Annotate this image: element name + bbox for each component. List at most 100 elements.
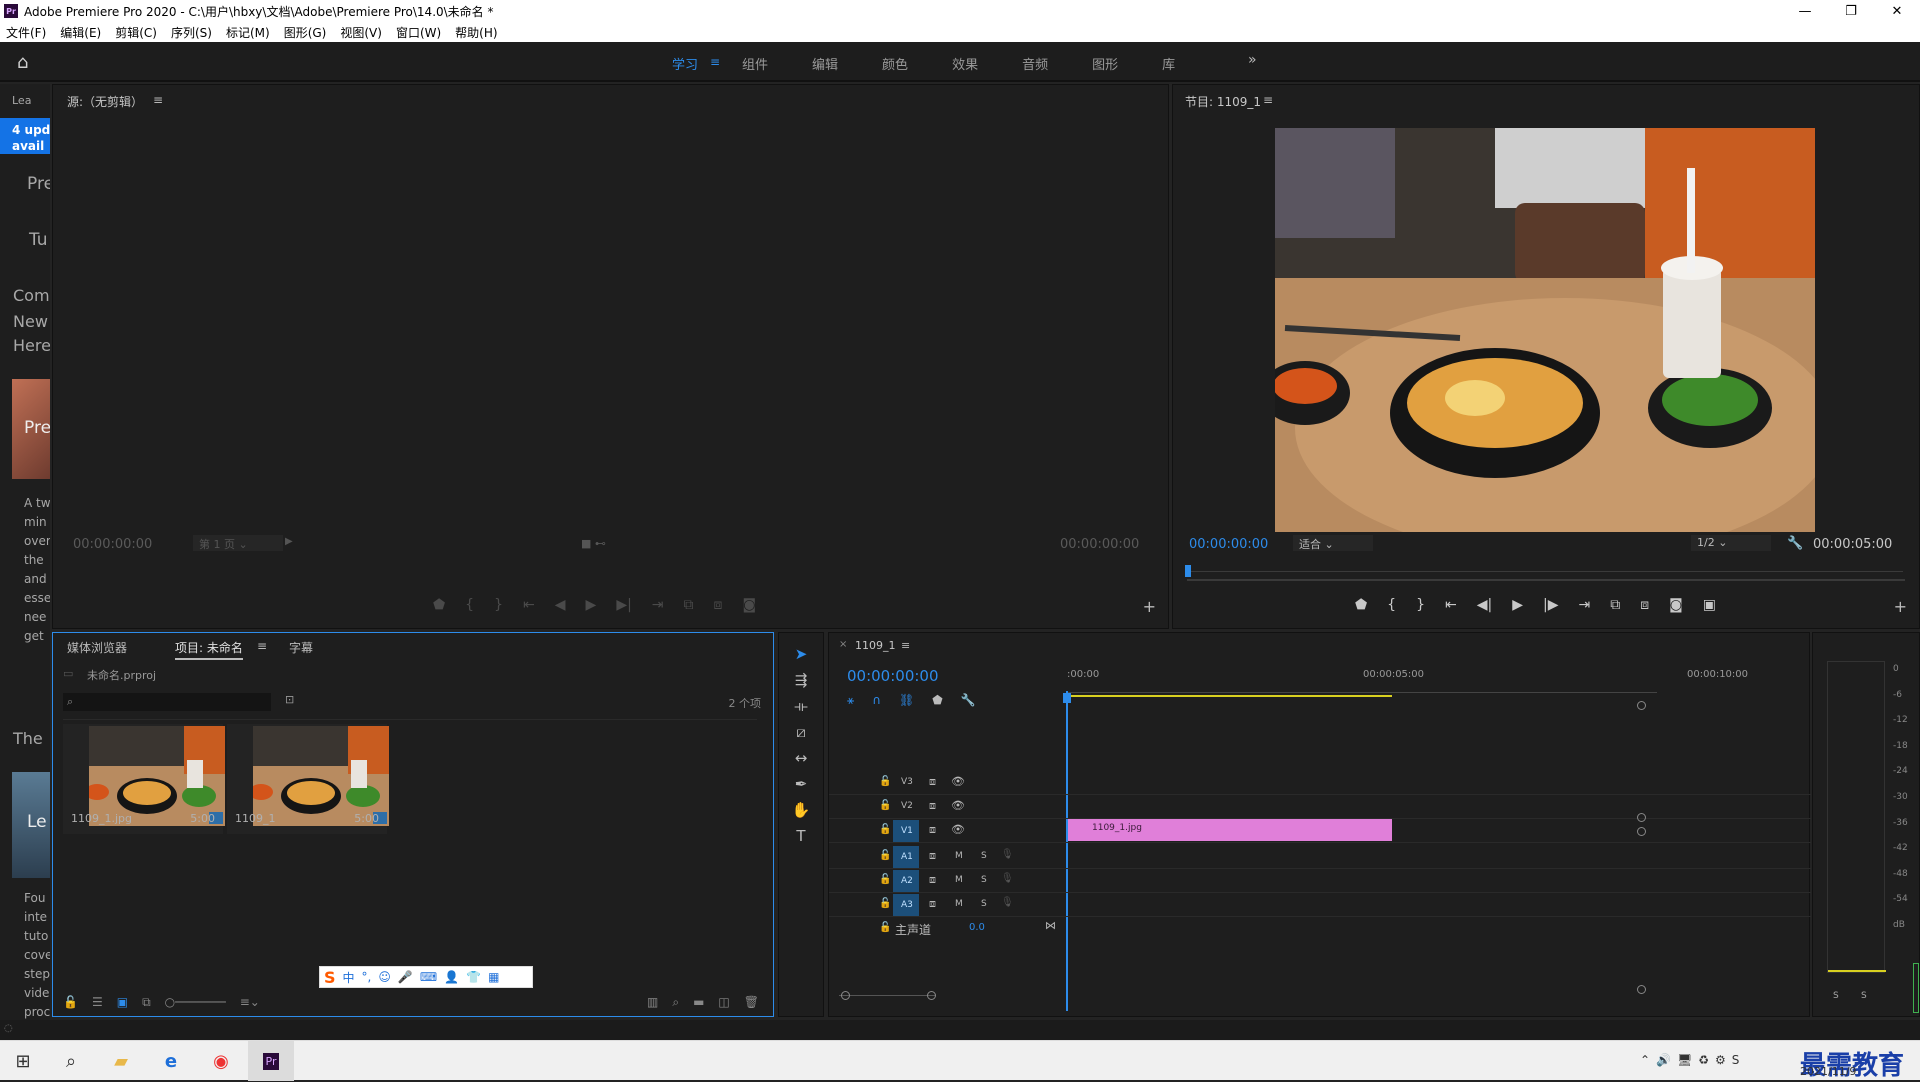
track-label[interactable]: V2 — [901, 801, 913, 811]
minimize-button[interactable]: — — [1782, 0, 1828, 22]
workspace-assembly[interactable]: 组件 — [742, 54, 768, 73]
playhead-marker[interactable] — [1185, 565, 1191, 577]
step-forward-icon[interactable]: ▶| — [616, 597, 631, 613]
insert-icon[interactable]: ⧉ — [684, 597, 694, 613]
eye-icon[interactable]: 👁 — [951, 823, 965, 836]
punctuation-icon[interactable]: °, — [362, 970, 372, 984]
workspace-menu-icon[interactable]: ≡ — [710, 55, 720, 69]
timeline-zoom-scroll[interactable] — [839, 995, 935, 996]
film-icon[interactable]: ⧈ — [929, 775, 936, 789]
panel-menu-icon[interactable]: ≡ — [901, 639, 910, 652]
menu-sequence[interactable]: 序列(S) — [171, 24, 212, 41]
find-icon[interactable]: ⌕ — [672, 995, 679, 1010]
zoom-level-select[interactable]: 适合 ⌄ — [1293, 535, 1373, 551]
type-tool-icon[interactable]: T — [796, 827, 805, 845]
track-label[interactable]: A1 — [893, 846, 919, 868]
user-icon[interactable]: 👤 — [444, 970, 459, 984]
extract-icon[interactable]: ⧈ — [1640, 597, 1649, 613]
camera-icon[interactable]: ◙ — [742, 597, 756, 613]
panel-menu-icon[interactable]: ≡ — [257, 639, 267, 653]
workspace-libraries[interactable]: 库 — [1162, 54, 1175, 73]
workspace-graphics[interactable]: 图形 — [1092, 54, 1118, 73]
microphone-icon[interactable]: 🎙 — [1001, 873, 1014, 884]
film-icon[interactable]: ⧈ — [929, 897, 936, 911]
solo-right-button[interactable]: S — [1861, 991, 1867, 1001]
clock-date[interactable]: 2021/11/9 — [1800, 1065, 1856, 1078]
meter-scrollbar[interactable] — [1913, 963, 1919, 1013]
mark-out-icon[interactable]: } — [494, 597, 503, 613]
workspace-effects[interactable]: 效果 — [952, 54, 978, 73]
lock-icon[interactable]: 🔓 — [879, 800, 891, 811]
scroll-handle[interactable] — [841, 991, 850, 1000]
shirt-icon[interactable]: 👕 — [466, 970, 481, 984]
mute-button[interactable]: M — [955, 851, 963, 861]
menu-graphics[interactable]: 图形(G) — [284, 24, 327, 41]
lock-icon[interactable]: 🔓 — [879, 850, 891, 861]
more-workspaces-icon[interactable]: » — [1248, 52, 1257, 68]
scroll-handle[interactable] — [1637, 827, 1646, 836]
source-title[interactable]: 源:（无剪辑） — [67, 93, 143, 110]
lock-icon[interactable]: 🔓 — [879, 898, 891, 909]
grid-icon[interactable]: ▦ — [488, 970, 499, 984]
system-tray-icons[interactable]: ⌃🔊🖥♻⚙S — [1640, 1053, 1745, 1067]
program-scrub-bar[interactable] — [1189, 571, 1903, 572]
track-label[interactable]: A3 — [893, 894, 919, 916]
ripple-edit-icon[interactable]: ⟛ — [794, 697, 808, 715]
lock-icon[interactable]: 🔓 — [879, 776, 891, 787]
close-tab-icon[interactable]: × — [839, 639, 847, 650]
mute-button[interactable]: M — [955, 875, 963, 885]
mark-out-icon[interactable]: } — [1416, 597, 1425, 613]
menu-markers[interactable]: 标记(M) — [226, 24, 270, 41]
workspace-editing[interactable]: 编辑 — [812, 54, 838, 73]
camera-icon[interactable]: ◙ — [1669, 597, 1683, 613]
step-back-icon[interactable]: ◀| — [1477, 597, 1492, 613]
home-icon[interactable]: ⌂ — [17, 52, 28, 73]
windows-start-icon[interactable]: ⊞ — [0, 1041, 46, 1081]
sequence-thumbnail[interactable] — [253, 726, 389, 826]
hand-tool-icon[interactable]: ✋ — [792, 801, 811, 819]
slip-tool-icon[interactable]: ↔ — [795, 749, 808, 767]
track-label[interactable]: V3 — [901, 777, 913, 787]
overwrite-icon[interactable]: ⧈ — [714, 597, 723, 613]
razor-tool-icon[interactable]: ⧄ — [796, 723, 806, 741]
sequence-tab[interactable]: 1109_1 — [855, 639, 896, 652]
linked-selection-icon[interactable]: ⛓ — [899, 693, 914, 708]
lock-icon[interactable]: 🔓 — [879, 874, 891, 885]
scroll-handle[interactable] — [1637, 701, 1646, 710]
add-button-icon[interactable]: + — [1894, 597, 1907, 616]
track-label[interactable]: V1 — [893, 820, 919, 842]
clip-thumbnail[interactable] — [89, 726, 225, 826]
lock-icon[interactable]: 🔓 — [879, 922, 891, 933]
timeline-ruler[interactable] — [1067, 685, 1657, 693]
search-icon[interactable]: ⌕ — [48, 1041, 94, 1081]
workspace-learn[interactable]: 学习 — [672, 54, 698, 73]
step-back-icon[interactable]: ◀ — [555, 597, 566, 613]
lift-icon[interactable]: ⧉ — [1610, 597, 1620, 613]
solo-button[interactable]: S — [981, 851, 987, 861]
panel-menu-icon[interactable]: ≡ — [1263, 93, 1273, 107]
panel-menu-icon[interactable]: ≡ — [153, 93, 163, 107]
solo-left-button[interactable]: S — [1833, 991, 1839, 1001]
play-icon[interactable]: ▶ — [586, 597, 597, 613]
master-level[interactable]: 0.0 — [969, 922, 985, 933]
go-to-out-icon[interactable]: ⇥ — [1579, 597, 1591, 613]
update-badge[interactable]: 4 upd avail — [0, 118, 50, 154]
program-video-frame[interactable] — [1275, 128, 1815, 532]
add-marker-icon[interactable]: ⬟ — [433, 597, 445, 613]
chevron-right-icon[interactable]: ▶ — [285, 536, 293, 547]
source-page-select[interactable]: 第 1 页 ⌄ — [193, 535, 283, 551]
program-title[interactable]: 节目: 1109_1 — [1185, 93, 1261, 110]
film-icon[interactable]: ⧈ — [929, 823, 936, 837]
step-forward-icon[interactable]: |▶ — [1543, 597, 1558, 613]
menu-clip[interactable]: 剪辑(C) — [115, 24, 157, 41]
item-name[interactable]: 1109_1 — [235, 812, 276, 825]
play-icon[interactable]: ▶ — [1512, 597, 1523, 613]
lock-icon[interactable]: 🔓 — [879, 824, 891, 835]
mark-in-icon[interactable]: { — [465, 597, 474, 613]
ime-toolbar[interactable]: S 中 °, ☺ 🎤 ⌨ 👤 👕 ▦ — [319, 966, 533, 988]
chrome-icon[interactable]: ◉ — [198, 1041, 244, 1081]
project-item[interactable]: 1109_1 5:00 — [227, 724, 389, 834]
pen-tool-icon[interactable]: ✒ — [795, 775, 808, 793]
search-input[interactable]: ⌕ — [63, 693, 271, 711]
freeform-view-icon[interactable]: ⧉ — [142, 995, 151, 1010]
